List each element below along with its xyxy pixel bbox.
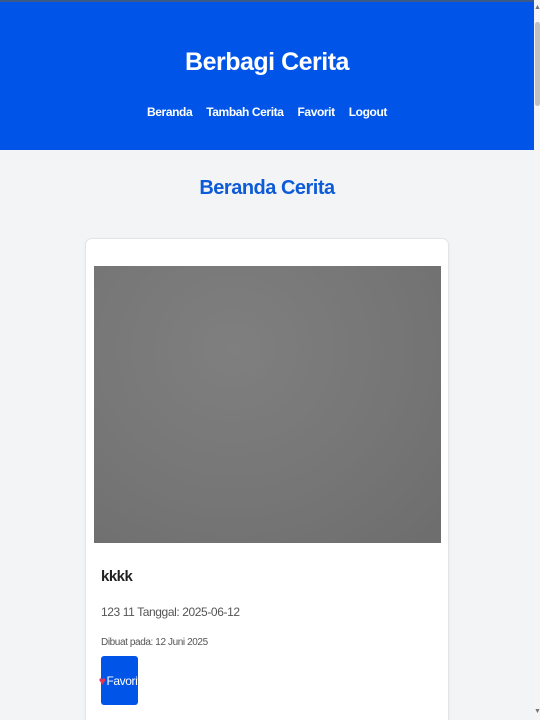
main-nav: Beranda Tambah Cerita Favorit Logout bbox=[0, 105, 534, 119]
site-title: Berbagi Cerita bbox=[185, 48, 349, 76]
scroll-down-arrow-icon[interactable]: ▼ bbox=[534, 707, 540, 717]
story-image bbox=[94, 266, 441, 543]
nav-link-beranda[interactable]: Beranda bbox=[147, 105, 193, 119]
story-description: 123 11 Tanggal: 2025-06-12 bbox=[101, 605, 240, 619]
site-header: Berbagi Cerita Beranda Tambah Cerita Fav… bbox=[0, 0, 534, 150]
scrollbar-thumb[interactable] bbox=[535, 22, 540, 106]
favorite-button-label: Favorit bbox=[106, 673, 141, 688]
nav-link-logout[interactable]: Logout bbox=[349, 105, 388, 119]
nav-link-favorit[interactable]: Favorit bbox=[298, 105, 336, 119]
scroll-up-arrow-icon[interactable]: ▲ bbox=[534, 3, 540, 13]
nav-link-tambah-cerita[interactable]: Tambah Cerita bbox=[206, 105, 284, 119]
heart-icon: ♥ bbox=[98, 673, 106, 688]
story-created-date: Dibuat pada: 12 Juni 2025 bbox=[101, 637, 208, 648]
story-title[interactable]: kkkk bbox=[101, 568, 133, 585]
page-scrollbar[interactable]: ▲ ▼ bbox=[534, 0, 540, 720]
page-title: Beranda Cerita bbox=[199, 177, 335, 199]
favorite-button[interactable]: ♥ Favorit bbox=[98, 656, 141, 705]
story-card: kkkk 123 11 Tanggal: 2025-06-12 Dibuat p… bbox=[85, 238, 449, 720]
